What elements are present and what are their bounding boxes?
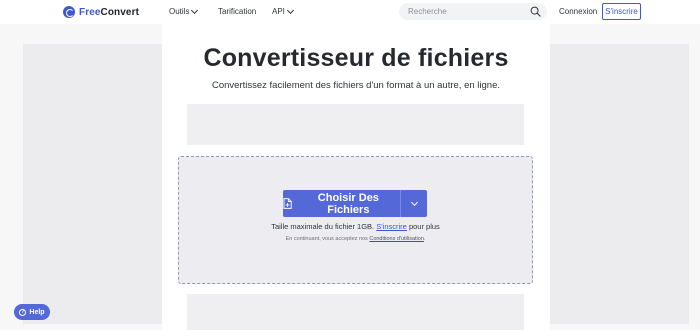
right-ad-slot: [550, 44, 689, 324]
logo[interactable]: FreeConvert: [63, 5, 139, 19]
terms-note: En continuant, vous acceptez nos Conditi…: [178, 236, 533, 242]
choose-files-group: Choisir Des Fichiers: [283, 190, 427, 217]
chevron-down-icon: [191, 6, 199, 14]
nav-outils-label: Outils: [169, 7, 190, 16]
max-size-suffix: pour plus: [408, 222, 440, 231]
chevron-down-icon: [410, 198, 418, 206]
help-icon: ?: [19, 308, 27, 316]
top-navbar: FreeConvert Outils Tarification API Conn…: [0, 0, 700, 24]
top-banner-ad-slot: [187, 104, 524, 145]
nav-tarification-label: Tarification: [218, 7, 257, 16]
logo-text-free: Free: [79, 6, 101, 18]
max-size-text: Taille maximale du fichier 1GB.: [271, 222, 375, 231]
file-dropzone[interactable]: [178, 156, 533, 284]
logo-icon: [63, 6, 75, 18]
chevron-down-icon: [286, 6, 294, 14]
nav-tarification[interactable]: Tarification: [218, 7, 256, 16]
upload-source-dropdown[interactable]: [400, 190, 427, 217]
search-input[interactable]: [408, 7, 518, 16]
search-icon[interactable]: [530, 6, 541, 17]
max-size-signup-link[interactable]: S'inscrire: [376, 222, 407, 231]
terms-link[interactable]: Conditions d'utilisation: [369, 236, 424, 242]
login-link[interactable]: Connexion: [559, 7, 597, 16]
search-box: [399, 3, 547, 20]
left-ad-slot: [23, 44, 162, 324]
terms-text: En continuant, vous acceptez nos: [285, 236, 368, 242]
help-label: Help: [29, 308, 45, 316]
signup-button[interactable]: S'inscrire: [602, 3, 641, 20]
max-size-note: Taille maximale du fichier 1GB. S'inscri…: [178, 222, 533, 231]
choose-files-label: Choisir Des Fichiers: [317, 191, 379, 216]
nav-api-label: API: [272, 7, 285, 16]
bottom-banner-ad-slot: [187, 294, 524, 330]
nav-outils[interactable]: Outils: [169, 6, 199, 16]
page-title: Convertisseur de fichiers: [203, 44, 509, 72]
logo-text: FreeConvert: [79, 7, 139, 18]
choose-files-button[interactable]: Choisir Des Fichiers: [283, 190, 400, 217]
help-button[interactable]: ? Help: [14, 304, 50, 320]
logo-text-convert: Convert: [100, 6, 140, 18]
page-subtitle: Convertissez facilement des fichiers d'u…: [211, 80, 500, 91]
terms-suffix: .: [423, 236, 426, 242]
nav-api[interactable]: API: [272, 6, 294, 16]
file-icon: [283, 198, 292, 209]
